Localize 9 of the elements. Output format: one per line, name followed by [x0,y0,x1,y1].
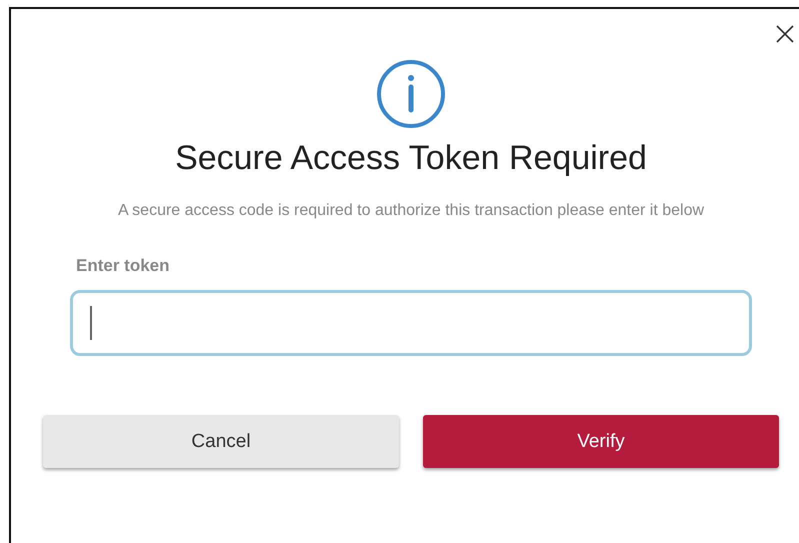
close-icon[interactable] [775,24,795,44]
token-input-field[interactable] [70,290,752,356]
field-label: Enter token [75,256,171,276]
dialog-message: A secure access code is required to authorize this transaction please enter it below [116,201,706,221]
cancel-button[interactable]: Cancel [43,415,399,468]
dialog-title: Secure Access Token Required [175,139,647,178]
info-icon [376,59,446,129]
verify-button[interactable]: Verify [423,415,779,468]
text-cursor [90,306,92,340]
